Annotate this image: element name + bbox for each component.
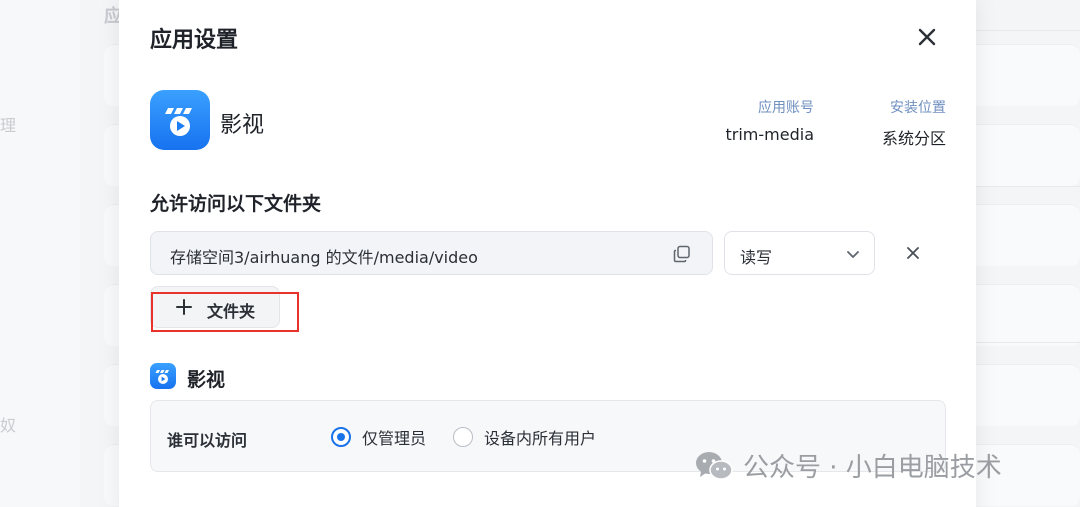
radio-admin-only[interactable]: 仅管理员	[331, 425, 426, 449]
who-can-access-label: 谁可以访问	[167, 431, 248, 450]
sidebar-fragment: 奴	[0, 416, 17, 435]
app-settings-dialog: 应用设置 影视 应用账号 trim-media 安装位置 系统分区 允许访问以下…	[119, 0, 976, 507]
account-label: 应用账号	[758, 100, 814, 116]
app-name: 影视	[220, 113, 265, 138]
folder-path-text: 存储空间3/airhuang 的文件/media/video	[170, 248, 478, 267]
radio-label: 仅管理员	[362, 429, 427, 448]
app-logo-icon	[150, 90, 210, 150]
remove-folder-button[interactable]	[903, 243, 923, 263]
radio-all-users[interactable]: 设备内所有用户	[453, 425, 596, 449]
close-icon	[918, 28, 936, 46]
radio-label: 设备内所有用户	[484, 429, 597, 448]
location-value: 系统分区	[881, 129, 946, 148]
annotation-highlight-box	[151, 292, 299, 332]
radio-checked-icon	[331, 427, 351, 447]
folders-section-title: 允许访问以下文件夹	[150, 193, 322, 215]
permission-select[interactable]: 读写	[724, 231, 875, 275]
copy-icon[interactable]	[672, 244, 692, 264]
folder-path-field[interactable]: 存储空间3/airhuang 的文件/media/video	[150, 231, 713, 275]
install-location: 安装位置 系统分区	[882, 97, 946, 149]
background-divider	[976, 342, 1080, 343]
radio-unchecked-icon	[453, 427, 473, 447]
remove-icon	[907, 247, 919, 259]
location-label: 安装位置	[890, 100, 946, 116]
background-sidebar: 理 奴	[0, 0, 80, 507]
watermark: 公众号 · 小白电脑技术	[695, 447, 1002, 484]
close-button[interactable]	[914, 24, 940, 50]
app-logo-small-icon	[150, 363, 176, 389]
chevron-down-icon	[844, 245, 862, 263]
wechat-icon	[695, 450, 733, 482]
background-divider	[976, 186, 1080, 187]
sidebar-fragment: 理	[0, 116, 17, 135]
dialog-title: 应用设置	[150, 28, 239, 53]
account-value: trim-media	[725, 125, 815, 144]
access-section-title: 影视	[187, 369, 226, 391]
background-divider	[976, 30, 1080, 31]
watermark-text: 公众号 · 小白电脑技术	[743, 453, 1002, 483]
app-account: 应用账号 trim-media	[726, 97, 815, 144]
permission-value: 读写	[740, 248, 773, 267]
